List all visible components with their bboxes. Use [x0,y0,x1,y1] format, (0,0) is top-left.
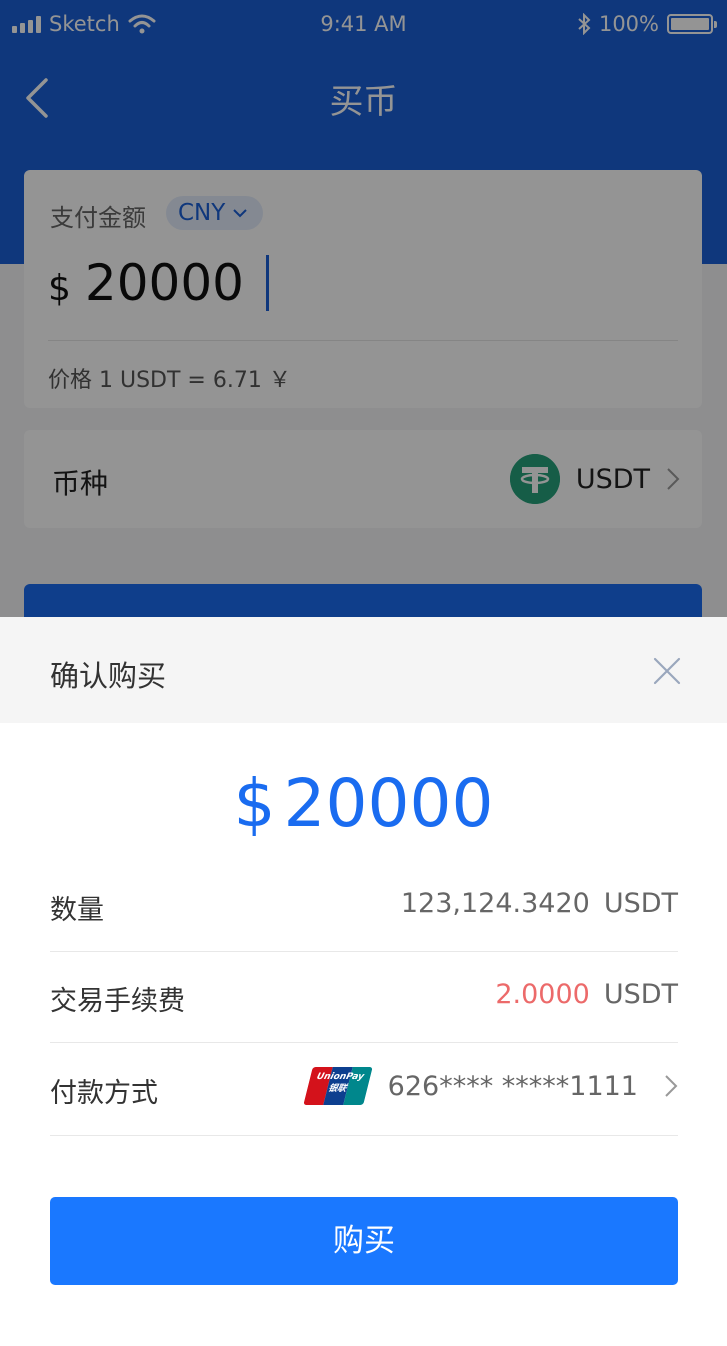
payment-value: UnionPay 银联 626**** *****1111 [302,1067,678,1105]
fee-value: 2.0000 USDT [495,979,678,1010]
buy-button[interactable]: 购买 [50,1197,678,1285]
fee-unit: USDT [603,979,678,1010]
sheet-title: 确认购买 [50,659,167,693]
unionpay-logo: UnionPay 银联 [302,1067,373,1105]
close-icon[interactable] [651,655,683,687]
quantity-amount: 123,124.3420 [400,888,590,919]
confirm-sheet: 确认购买 $20000 数量 123,124.3420 USDT 交易手续费 2.… [0,617,727,1346]
sheet-header: 确认购买 [0,617,727,723]
fee-row: 交易手续费 2.0000 USDT [50,951,678,1043]
quantity-row: 数量 123,124.3420 USDT [50,860,678,952]
quantity-label: 数量 [50,895,104,926]
quantity-unit: USDT [603,888,678,919]
chevron-right-icon [665,1075,678,1097]
payment-label: 付款方式 [50,1078,158,1109]
fee-label: 交易手续费 [50,986,185,1017]
card-number: 626**** *****1111 [387,1070,638,1102]
confirm-amount-symbol: $ [233,765,276,842]
confirm-amount-value: 20000 [283,765,494,842]
confirm-amount: $20000 [0,765,727,842]
fee-amount: 2.0000 [495,979,590,1010]
quantity-value: 123,124.3420 USDT [401,888,678,919]
payment-method-row[interactable]: 付款方式 UnionPay 银联 626**** *****1111 [50,1043,678,1136]
